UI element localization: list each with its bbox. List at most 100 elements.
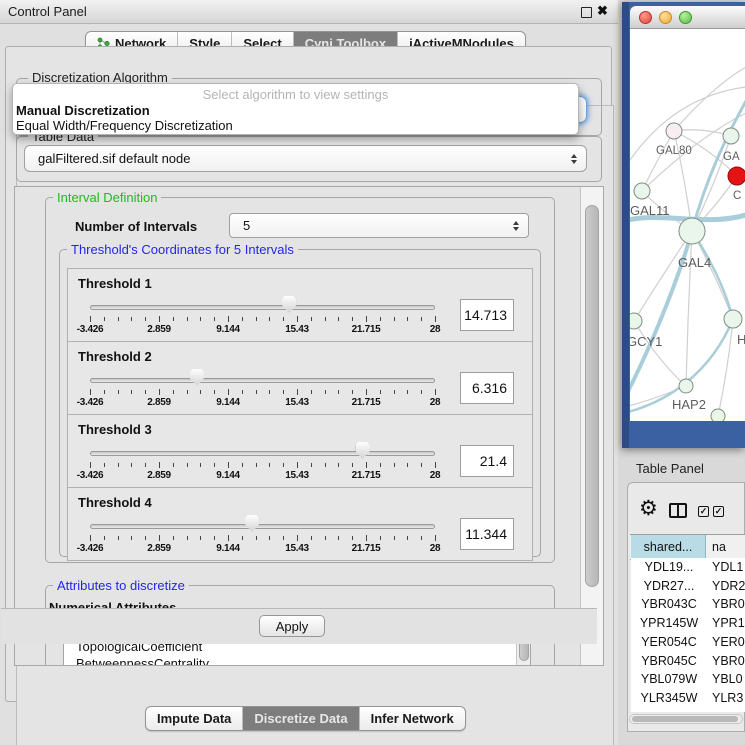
table-row[interactable]: YDR27... YDR2	[631, 577, 745, 596]
slider-tick	[338, 463, 339, 467]
algorithm-dropdown-popup: Select algorithm to view settings Manual…	[12, 83, 579, 135]
table-hscrollbar-thumb[interactable]	[632, 716, 738, 722]
slider-tick	[366, 316, 367, 322]
checked-box-icon[interactable]: ✓	[698, 506, 709, 517]
tab-infer-network[interactable]: Infer Network	[359, 707, 465, 730]
slider-tick-label: 15.43	[285, 397, 309, 408]
table-panel-title: Table Panel	[636, 461, 704, 476]
tab-discretize-data[interactable]: Discretize Data	[242, 707, 358, 730]
table-row[interactable]: YDL19... YDL1	[631, 558, 745, 577]
close-traffic-light-icon[interactable]	[639, 11, 652, 24]
thresholds-group-title: Threshold's Coordinates for 5 Intervals	[67, 243, 298, 256]
cell-shared-name[interactable]: YBL079W	[631, 670, 707, 689]
number-of-intervals-spinner[interactable]: 5	[229, 213, 529, 238]
spinner-stepper-icon	[513, 221, 519, 231]
popup-option-manual-discretization[interactable]: Manual Discretization	[16, 103, 150, 118]
slider-tick	[338, 317, 339, 321]
slider-thumb[interactable]	[190, 369, 204, 386]
cell-name[interactable]: YIL0	[712, 708, 738, 712]
cell-name[interactable]: YBR0	[712, 595, 745, 614]
cell-name[interactable]: YDL1	[712, 558, 743, 577]
table-hscrollbar-track[interactable]	[629, 714, 743, 724]
threshold-value-field[interactable]: 21.4	[460, 445, 514, 477]
threshold-value-field[interactable]: 14.713	[460, 299, 514, 331]
slider-tick	[159, 389, 160, 395]
cell-shared-name[interactable]: YDL19...	[631, 558, 707, 577]
slider-tick	[228, 389, 229, 395]
slider-tick	[394, 390, 395, 394]
network-node-gal11[interactable]	[634, 183, 650, 199]
network-node-h[interactable]	[724, 310, 742, 328]
cell-shared-name[interactable]: YER054C	[631, 633, 707, 652]
apply-button[interactable]: Apply	[259, 615, 325, 637]
slider-tick	[311, 463, 312, 467]
network-canvas[interactable]: GAL80GACGAL11GAL4GCY1HHAP2	[630, 29, 745, 421]
minimize-traffic-light-icon[interactable]	[659, 11, 672, 24]
cell-shared-name[interactable]: YLR345W	[631, 689, 707, 708]
cell-name[interactable]: YPR1	[712, 614, 745, 633]
slider-tick	[311, 317, 312, 321]
slider-tick	[131, 317, 132, 321]
gear-icon[interactable]: ⚙	[639, 498, 658, 519]
table-row[interactable]: YBR043C YBR0	[631, 595, 745, 614]
checked-box-icon[interactable]: ✓	[713, 506, 724, 517]
table-row[interactable]: YPR145W YPR1	[631, 614, 745, 633]
popup-option-equal-width-frequency[interactable]: Equal Width/Frequency Discretization	[16, 118, 233, 133]
slider-tick	[380, 390, 381, 394]
threshold-label: Threshold 4	[78, 495, 152, 510]
attribute-list-item[interactable]: BetweennessCentrality	[76, 656, 209, 666]
network-node-gal80[interactable]	[666, 123, 682, 139]
table-row[interactable]: YER054C YER0	[631, 633, 745, 652]
network-node-hap2[interactable]	[679, 379, 693, 393]
cell-name[interactable]: YLR3	[712, 689, 743, 708]
slider-tick	[145, 536, 146, 540]
slider-tick	[214, 390, 215, 394]
slider-tick-label: 21.715	[352, 543, 381, 554]
slider-thumb[interactable]	[356, 442, 370, 459]
column-header-shared-name[interactable]: shared...	[631, 535, 706, 559]
zoom-traffic-light-icon[interactable]	[679, 11, 692, 24]
slider-track[interactable]	[90, 378, 435, 383]
slider-track[interactable]	[90, 305, 435, 310]
cell-shared-name[interactable]: YBR043C	[631, 595, 707, 614]
slider-track[interactable]	[90, 451, 435, 456]
network-node-ga[interactable]	[723, 128, 739, 144]
slider-tick-label: 2.859	[147, 324, 171, 335]
cell-name[interactable]: YBL0	[712, 670, 743, 689]
network-node-gal4[interactable]	[679, 218, 705, 244]
float-window-icon[interactable]	[581, 7, 592, 18]
slider-track[interactable]	[90, 524, 435, 529]
cell-shared-name[interactable]: YIL052C	[631, 708, 707, 712]
cell-name[interactable]: YBR0	[712, 652, 745, 671]
table-data-combobox[interactable]: galFiltered.sif default node	[24, 145, 587, 172]
split-pane-icon[interactable]	[669, 503, 687, 518]
cell-shared-name[interactable]: YDR27...	[631, 577, 707, 596]
slider-tick	[131, 463, 132, 467]
pane-scrollbar-thumb[interactable]	[585, 205, 599, 587]
table-row[interactable]: YBR045C YBR0	[631, 652, 745, 671]
cell-name[interactable]: YER0	[712, 633, 745, 652]
threshold-value-field[interactable]: 11.344	[460, 518, 514, 550]
network-node-c[interactable]	[728, 167, 745, 185]
column-header-name[interactable]: na	[712, 535, 726, 559]
table-row[interactable]: YLR345W YLR3	[631, 689, 745, 708]
slider-tick-label: -3.426	[77, 470, 104, 481]
cell-shared-name[interactable]: YBR045C	[631, 652, 707, 671]
slider-thumb[interactable]	[282, 296, 296, 313]
slider-thumb[interactable]	[245, 515, 259, 532]
tab-impute-data[interactable]: Impute Data	[146, 707, 242, 730]
threshold-value-field[interactable]: 6.316	[460, 372, 514, 404]
close-icon[interactable]: ✖	[597, 3, 608, 19]
network-window-titlebar[interactable]	[630, 6, 745, 29]
cell-shared-name[interactable]: YPR145W	[631, 614, 707, 633]
slider-tick	[118, 536, 119, 540]
network-node[interactable]	[711, 409, 725, 421]
slider-tick-label: 9.144	[216, 543, 240, 554]
table-row[interactable]: YBL079W YBL0	[631, 670, 745, 689]
slider-tick	[380, 536, 381, 540]
pane-scrollbar-track[interactable]	[580, 187, 604, 665]
table-row[interactable]: YIL052C YIL0	[631, 708, 745, 712]
cell-name[interactable]: YDR2	[712, 577, 745, 596]
network-node-gcy1[interactable]	[630, 313, 642, 329]
slider-tick	[407, 463, 408, 467]
